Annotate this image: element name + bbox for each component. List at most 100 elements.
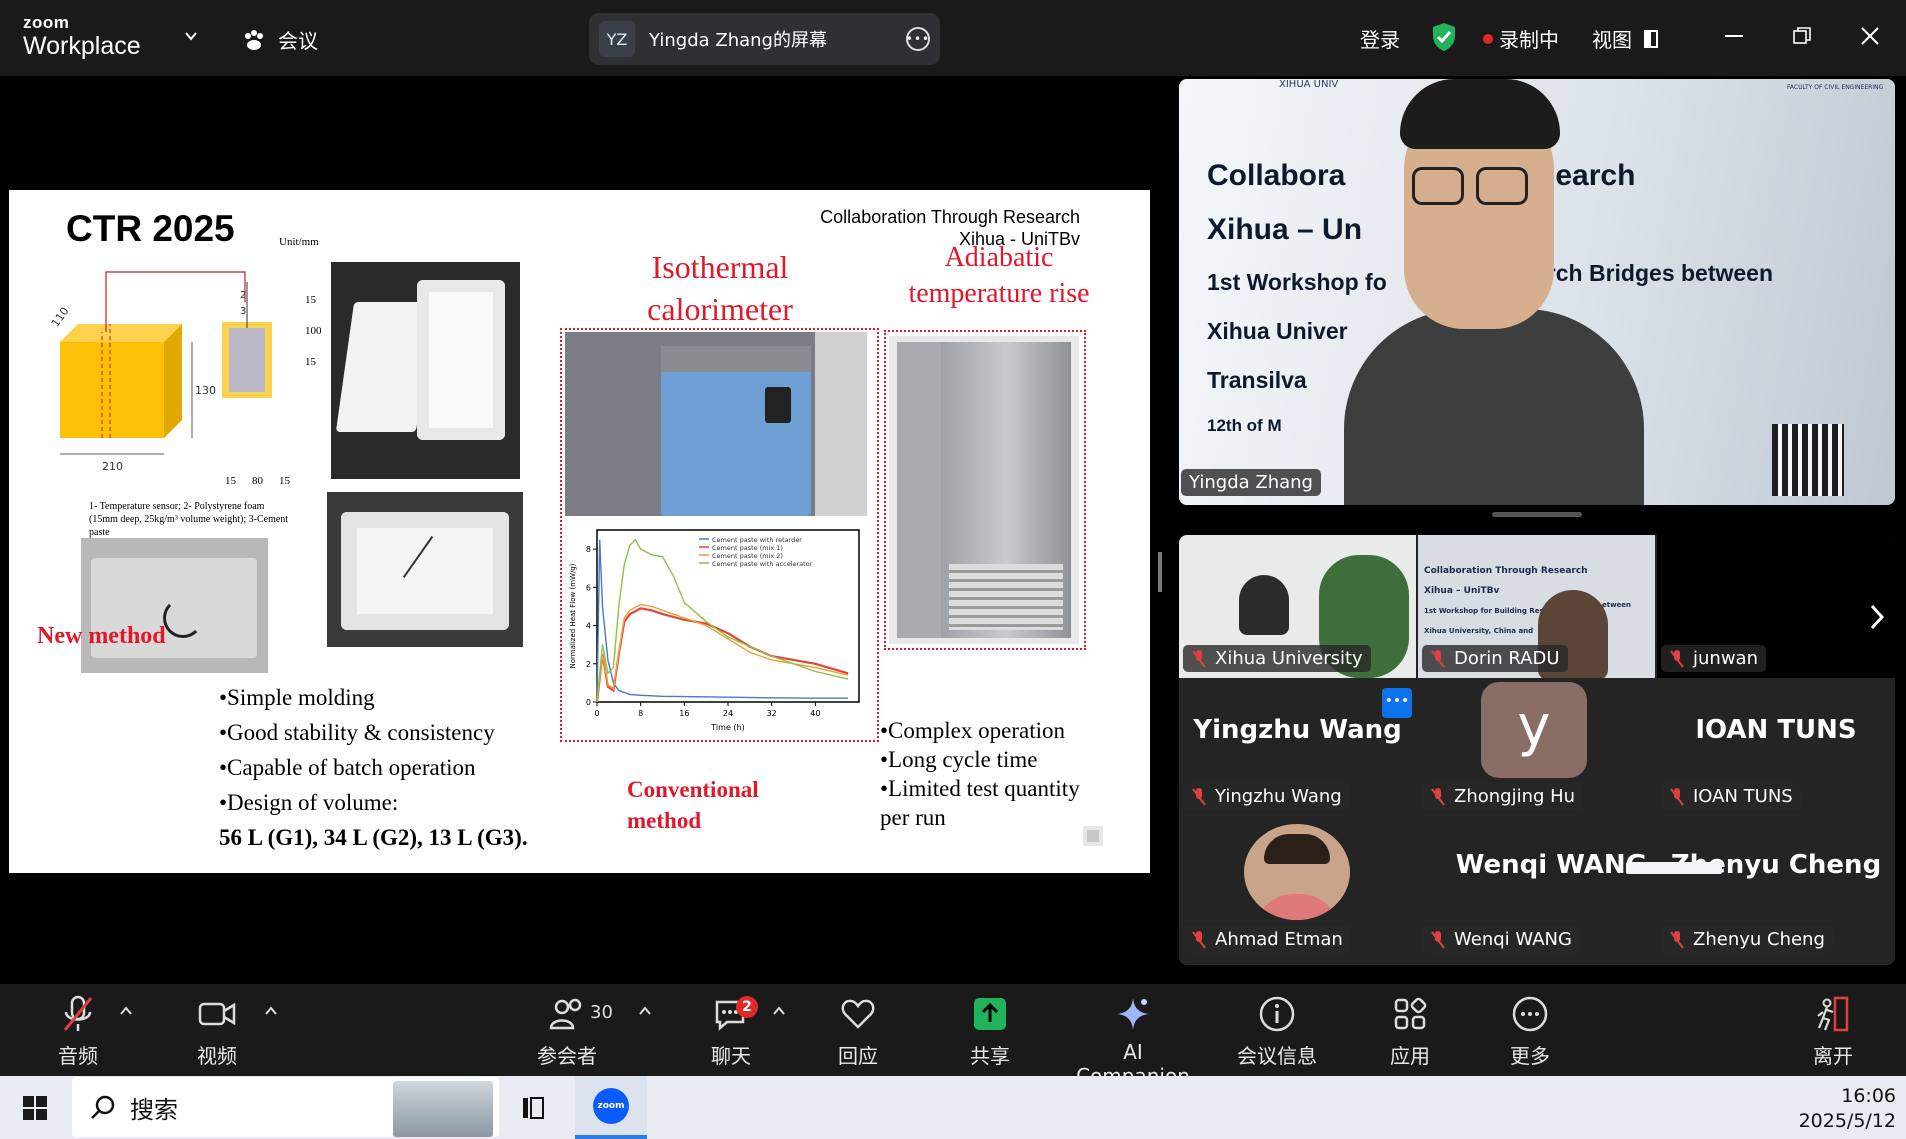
- name-tag-dorin: Dorin RADU: [1422, 645, 1568, 672]
- title-bar: zoom Workplace 会议 YZ Yingda Zhang的屏幕 •••…: [0, 0, 1906, 76]
- dim-80: 80: [252, 475, 263, 487]
- adiabatic-title: Adiabatic temperature rise: [908, 242, 1090, 309]
- name-tag-ioan: IOAN TUNS: [1661, 783, 1801, 810]
- active-speaker-video[interactable]: XIHUA UNIV FACULTY OF CIVIL ENGINEERING …: [1179, 79, 1895, 505]
- y-tick-label: 4: [586, 622, 591, 631]
- x-tick-label: 40: [810, 709, 820, 718]
- foam-mold-photo-2: [327, 492, 523, 647]
- chevron-up-icon[interactable]: [772, 1004, 786, 1018]
- conventional-method-label: Conventional method: [627, 777, 759, 833]
- record-dot-icon: [1483, 33, 1493, 44]
- calorimeter-photo: [565, 332, 867, 516]
- recording-indicator[interactable]: 录制中: [1483, 24, 1559, 53]
- speaker-bg-header: XIHUA UNIV: [1279, 79, 1339, 90]
- y-tick-label: 8: [586, 545, 591, 554]
- chevron-down-icon[interactable]: [183, 28, 199, 44]
- conv-bullet-1: •Complex operation: [880, 718, 1065, 743]
- chat-unread-badge: 2: [736, 996, 758, 1018]
- screen-share-indicator[interactable]: YZ Yingda Zhang的屏幕 •••: [589, 13, 940, 65]
- diagram-caption: 1- Temperature sensor; 2- Polystyrene fo…: [89, 501, 289, 538]
- presenter-initials: YZ: [599, 21, 635, 57]
- search-placeholder: 搜索: [130, 1095, 178, 1124]
- meeting-label: 会议: [278, 29, 318, 53]
- qr-code: [1772, 424, 1844, 496]
- more-button[interactable]: 更多: [1475, 994, 1585, 1069]
- dim-210: 210: [102, 460, 123, 473]
- leave-label: 离开: [1813, 1044, 1853, 1068]
- info-icon: [1259, 996, 1295, 1032]
- zoom-taskbar-button[interactable]: zoom: [575, 1076, 647, 1139]
- y-axis-label: Normalized Heat Flow (mW/g): [569, 563, 577, 668]
- view-button[interactable]: 视图: [1592, 24, 1658, 53]
- more-label: 更多: [1510, 1044, 1550, 1068]
- apps-button[interactable]: 应用: [1355, 994, 1465, 1069]
- conv-bullet-4: per run: [880, 805, 946, 830]
- windows-start-icon[interactable]: [23, 1096, 47, 1120]
- speaker-scroll-indicator[interactable]: [1492, 512, 1582, 517]
- meeting-button[interactable]: 会议: [242, 25, 318, 54]
- chat-button[interactable]: 聊天: [676, 994, 786, 1069]
- mic-muted-icon: [1669, 649, 1685, 669]
- chevron-right-icon[interactable]: [1869, 603, 1885, 631]
- meeting-info-button[interactable]: 会议信息: [1222, 994, 1332, 1069]
- taskbar-search-box[interactable]: 搜索: [72, 1077, 499, 1137]
- legend-label-4: Cement paste with accelerator: [712, 560, 813, 568]
- task-view-icon[interactable]: [520, 1093, 550, 1123]
- new-method-bullets: •Simple molding •Good stability & consis…: [219, 680, 528, 855]
- speaker-bg-faculty: FACULTY OF CIVIL ENGINEERING: [1787, 84, 1884, 91]
- share-button[interactable]: 共享: [935, 994, 1045, 1069]
- audio-button[interactable]: 音频: [23, 994, 133, 1069]
- share-label: 共享: [970, 1044, 1010, 1068]
- participant-big-name: Yingzhu Wang: [1193, 715, 1402, 745]
- more-options-icon[interactable]: •••: [906, 27, 930, 51]
- x-tick-label: 0: [594, 709, 599, 718]
- chevron-up-icon[interactable]: [264, 1004, 278, 1018]
- share-screen-icon: [974, 998, 1006, 1030]
- chat-label: 聊天: [711, 1044, 751, 1068]
- participant-name: Yingzhu Wang: [1215, 786, 1342, 807]
- search-icon: [91, 1095, 115, 1119]
- minimize-icon[interactable]: [1720, 22, 1748, 50]
- legend-label-3: Cement paste (mix 2): [712, 552, 783, 560]
- screen-share-label: Yingda Zhang的屏幕: [649, 30, 827, 51]
- slide-corner-icon: [1083, 826, 1103, 846]
- x-axis-label: Time (h): [710, 723, 744, 732]
- zoom-app-label: zoom: [597, 1101, 625, 1111]
- clock-time: 16:06: [1841, 1085, 1896, 1107]
- volume-line: 56 L (G1), 34 L (G2), 13 L (G3).: [219, 825, 528, 850]
- video-camera-icon: [198, 1002, 236, 1026]
- x-tick-label: 32: [767, 709, 777, 718]
- shield-check-icon[interactable]: [1431, 22, 1457, 52]
- participant-name: Zhenyu Cheng: [1693, 929, 1825, 950]
- chevron-up-icon[interactable]: [119, 1004, 133, 1018]
- label-3: 3: [240, 306, 246, 317]
- participant-name: Zhongjing Hu: [1454, 786, 1576, 807]
- speaker-name-tag: Yingda Zhang: [1181, 469, 1321, 496]
- video-button[interactable]: 视频: [162, 994, 272, 1069]
- mic-muted-icon: [1669, 787, 1685, 807]
- ime-toolbar[interactable]: [1626, 862, 1722, 874]
- logo-top: zoom: [23, 13, 70, 32]
- apps-label: 应用: [1390, 1044, 1430, 1068]
- windows-taskbar: 搜索 zoom 16:06 2025/5/12: [0, 1076, 1906, 1139]
- panel-splitter[interactable]: [1158, 552, 1162, 592]
- new-bullet-1: •Simple molding: [219, 685, 375, 710]
- view-label: 视图: [1592, 28, 1632, 52]
- avatar: y: [1481, 682, 1587, 778]
- audio-label: 音频: [58, 1044, 98, 1068]
- login-button[interactable]: 登录: [1360, 24, 1400, 53]
- avatar: [1244, 824, 1350, 920]
- system-clock[interactable]: 16:06 2025/5/12: [1799, 1084, 1896, 1134]
- participant-name: Wenqi WANG: [1454, 929, 1572, 950]
- chevron-up-icon[interactable]: [638, 1004, 652, 1018]
- react-button[interactable]: 回应: [803, 994, 913, 1069]
- ai-companion-button[interactable]: AI Companion: [1068, 994, 1198, 1088]
- meeting-toolbar: 音频 视频 参会者 30 聊天 2 回应 共享 AI 会议信息 应用 更多 离开: [0, 984, 1906, 1088]
- tile-more-button[interactable]: •••: [1382, 688, 1412, 718]
- conv-bullet-2: •Long cycle time: [880, 747, 1038, 772]
- logo-bottom: Workplace: [23, 32, 141, 60]
- close-icon[interactable]: [1856, 22, 1884, 50]
- leave-button[interactable]: 离开: [1778, 994, 1888, 1069]
- zoom-app-icon: zoom: [593, 1088, 629, 1124]
- restore-icon[interactable]: [1788, 22, 1816, 50]
